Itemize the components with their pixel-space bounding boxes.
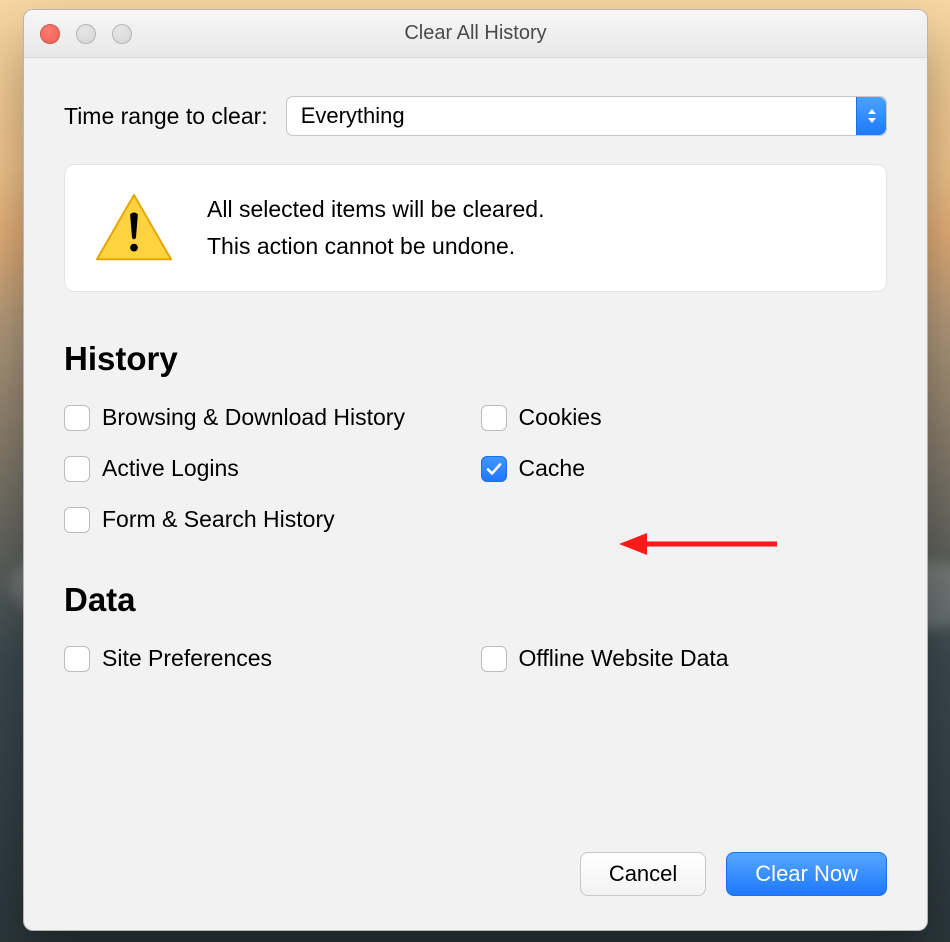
checkbox-form-search-history[interactable]: Form & Search History xyxy=(64,506,471,533)
checkbox-site-preferences[interactable]: Site Preferences xyxy=(64,645,471,672)
checkbox-browsing-download-history[interactable]: Browsing & Download History xyxy=(64,404,471,431)
minimize-window-button[interactable] xyxy=(76,24,96,44)
data-options: Site Preferences Offline Website Data xyxy=(64,645,887,672)
dialog-window: Clear All History Time range to clear: E… xyxy=(23,9,928,931)
zoom-window-button[interactable] xyxy=(112,24,132,44)
titlebar: Clear All History xyxy=(24,10,927,58)
checkbox-box xyxy=(64,405,90,431)
checkbox-box xyxy=(481,456,507,482)
checkbox-label: Active Logins xyxy=(102,455,239,482)
warning-line2: This action cannot be undone. xyxy=(207,233,544,260)
dialog-content: Time range to clear: Everything All sele… xyxy=(24,58,927,930)
warning-icon xyxy=(95,193,173,263)
warning-text: All selected items will be cleared. This… xyxy=(207,196,544,260)
checkbox-label: Cache xyxy=(519,455,585,482)
dialog-title: Clear All History xyxy=(404,22,546,45)
checkbox-label: Browsing & Download History xyxy=(102,404,405,431)
checkbox-label: Offline Website Data xyxy=(519,645,729,672)
time-range-select[interactable]: Everything xyxy=(286,96,887,136)
checkbox-label: Site Preferences xyxy=(102,645,272,672)
dialog-footer: Cancel Clear Now xyxy=(580,852,887,896)
window-controls xyxy=(40,24,132,44)
select-stepper-icon xyxy=(856,97,886,135)
checkbox-box xyxy=(64,507,90,533)
checkbox-box xyxy=(64,456,90,482)
time-range-value: Everything xyxy=(301,103,405,129)
close-window-button[interactable] xyxy=(40,24,60,44)
history-options: Browsing & Download History Cookies Acti… xyxy=(64,404,887,533)
checkbox-box xyxy=(481,646,507,672)
annotation-arrow-icon xyxy=(619,529,779,564)
section-heading-data: Data xyxy=(64,581,887,619)
clear-now-button[interactable]: Clear Now xyxy=(726,852,887,896)
checkbox-active-logins[interactable]: Active Logins xyxy=(64,455,471,482)
checkbox-cookies[interactable]: Cookies xyxy=(481,404,888,431)
warning-box: All selected items will be cleared. This… xyxy=(64,164,887,292)
checkbox-offline-website-data[interactable]: Offline Website Data xyxy=(481,645,888,672)
warning-line1: All selected items will be cleared. xyxy=(207,196,544,223)
time-range-row: Time range to clear: Everything xyxy=(64,96,887,136)
checkbox-box xyxy=(481,405,507,431)
section-heading-history: History xyxy=(64,340,887,378)
checkbox-box xyxy=(64,646,90,672)
button-label: Cancel xyxy=(609,861,677,887)
button-label: Clear Now xyxy=(755,861,858,887)
checkbox-label: Form & Search History xyxy=(102,506,335,533)
checkbox-cache[interactable]: Cache xyxy=(481,455,888,482)
time-range-label: Time range to clear: xyxy=(64,103,268,130)
checkbox-label: Cookies xyxy=(519,404,602,431)
cancel-button[interactable]: Cancel xyxy=(580,852,706,896)
